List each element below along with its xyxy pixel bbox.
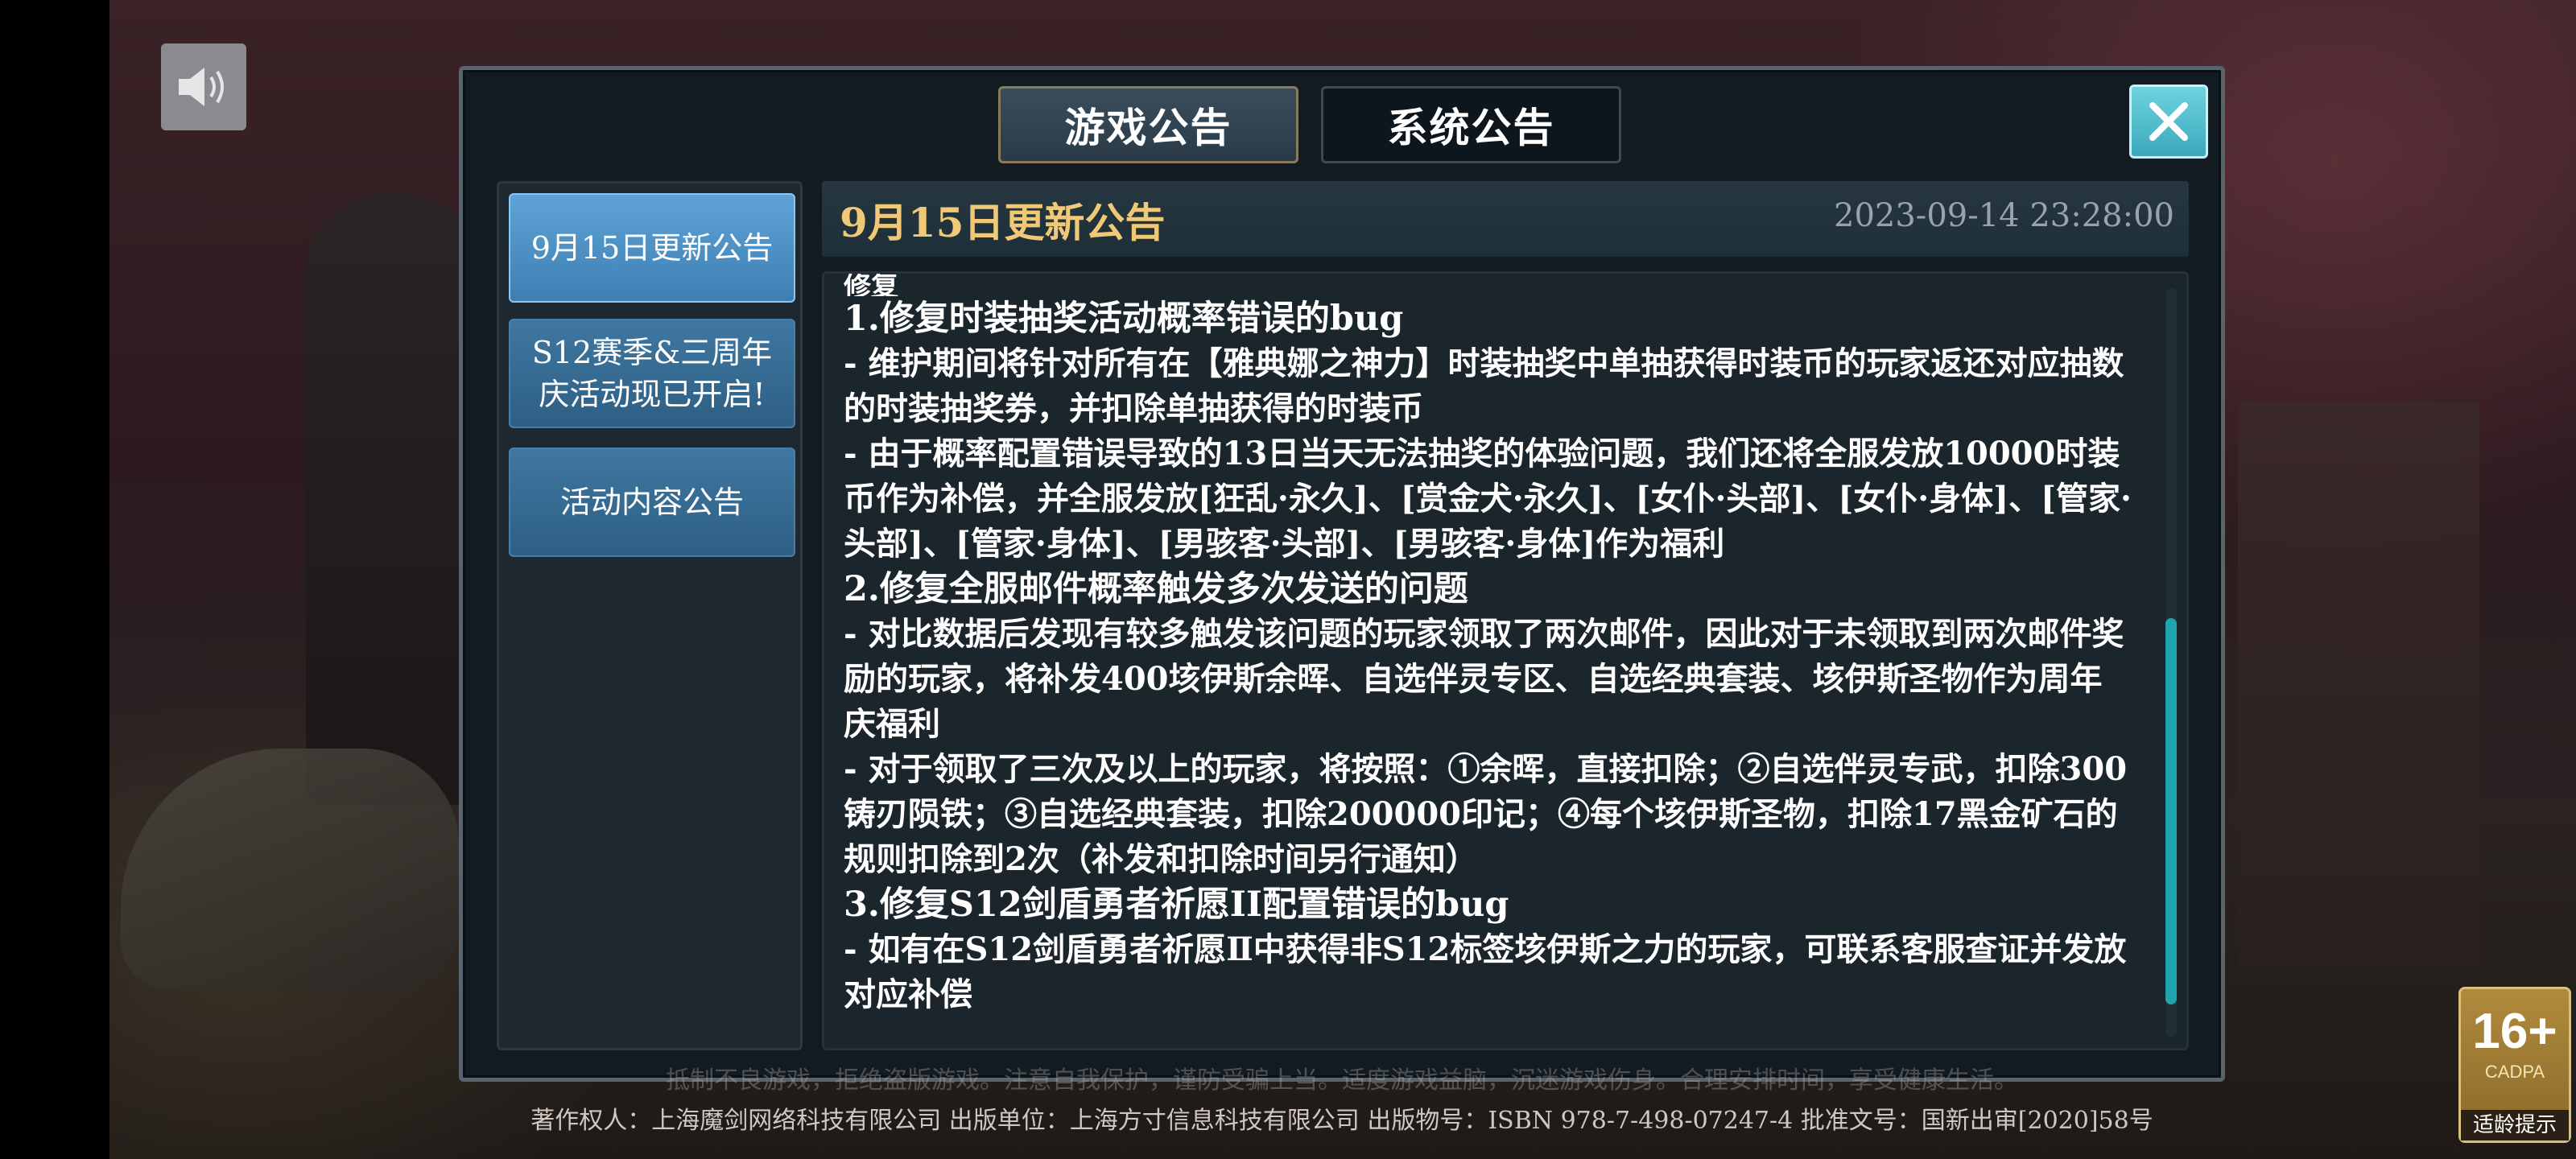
copyright-footer: 抵制不良游戏，拒绝盗版游戏。注意自我保护，谨防受骗上当。适度游戏益脑，沉迷游戏伤… <box>459 1061 2225 1141</box>
close-button[interactable] <box>2129 85 2208 159</box>
sidebar-item-event-content[interactable]: 活动内容公告 <box>509 448 795 557</box>
health-advisory: 抵制不良游戏，拒绝盗版游戏。注意自我保护，谨防受骗上当。适度游戏益脑，沉迷游戏伤… <box>666 1066 2018 1095</box>
announcement-body[interactable]: 修复 1.修复时装抽奖活动概率错误的bug - 维护期间将针对所有在【雅典娜之神… <box>822 271 2189 1050</box>
announcement-panel: 游戏公告 系统公告 9月15日更新公告 S12赛季&三周年庆活动现已开启! 活动… <box>459 66 2225 1082</box>
fix-item-detail: - 对于领取了三次及以上的玩家，将按照：①余晖，直接扣除；②自选伴灵专武，扣除3… <box>844 750 2128 878</box>
fix-item-detail: - 如有在S12剑盾勇者祈愿Ⅱ中获得非S12标签垓伊斯之力的玩家，可联系客服查证… <box>844 930 2127 1013</box>
section-heading-fix: 修复 <box>844 271 898 296</box>
tab-bar: 游戏公告 系统公告 <box>998 86 1621 163</box>
announcement-title: 9月15日更新公告 <box>840 199 1166 246</box>
publication-info: 著作权人：上海魔剑网络科技有限公司 出版单位：上海方寸信息科技有限公司 出版物号… <box>530 1107 2153 1135</box>
background-hooded-figure <box>306 193 483 805</box>
close-icon <box>2149 102 2188 141</box>
background-creature <box>121 749 459 990</box>
sidebar-item-update-notice[interactable]: 9月15日更新公告 <box>509 193 795 303</box>
sidebar-item-label: S12赛季&三周年庆活动现已开启! <box>531 335 773 412</box>
announcement-date: 2023-09-14 23:28:00 <box>1834 197 2174 234</box>
speaker-icon <box>179 68 224 106</box>
fix-item-heading: 2.修复全服邮件概率触发多次发送的问题 <box>844 569 1468 609</box>
fix-item-detail: - 对比数据后发现有较多触发该问题的玩家领取了两次邮件，因此对于未领取到两次邮件… <box>844 615 2124 743</box>
scrollbar-thumb[interactable] <box>2165 618 2177 1004</box>
age-rating-tip: 适龄提示 <box>2461 1110 2569 1140</box>
fix-item-detail: - 维护期间将针对所有在【雅典娜之神力】时装抽奖中单抽获得时装币的玩家返还对应抽… <box>844 344 2124 427</box>
sidebar-item-s12-season[interactable]: S12赛季&三周年庆活动现已开启! <box>509 319 795 428</box>
fix-item-heading: 1.修复时装抽奖活动概率错误的bug <box>844 299 1404 339</box>
tab-game-announcement[interactable]: 游戏公告 <box>998 86 1298 163</box>
fix-item-heading: 3.修复S12剑盾勇者祈愿II配置错误的bug <box>844 885 1509 925</box>
announcement-header: 9月15日更新公告 2023-09-14 23:28:00 <box>822 181 2189 257</box>
background-structure <box>2238 402 2479 966</box>
letterbox-left <box>0 0 109 1159</box>
scrollbar[interactable] <box>2165 288 2177 1037</box>
age-rating-number: 16+ <box>2472 1004 2557 1059</box>
announcement-sidebar: 9月15日更新公告 S12赛季&三周年庆活动现已开启! 活动内容公告 <box>497 181 803 1050</box>
fix-item-detail: - 由于概率配置错误导致的13日当天无法抽奖的体验问题，我们还将全服发放1000… <box>844 435 2132 563</box>
sidebar-item-label: 9月15日更新公告 <box>530 230 774 266</box>
announcement-text: 修复 1.修复时装抽奖活动概率错误的bug - 维护期间将针对所有在【雅典娜之神… <box>844 271 2132 1017</box>
age-rating-badge[interactable]: 16+ CADPA 适龄提示 <box>2458 987 2571 1143</box>
sidebar-item-label: 活动内容公告 <box>559 485 744 520</box>
tab-system-announcement[interactable]: 系统公告 <box>1321 86 1621 163</box>
age-rating-org: CADPA <box>2484 1062 2545 1082</box>
speaker-button[interactable] <box>161 43 246 130</box>
